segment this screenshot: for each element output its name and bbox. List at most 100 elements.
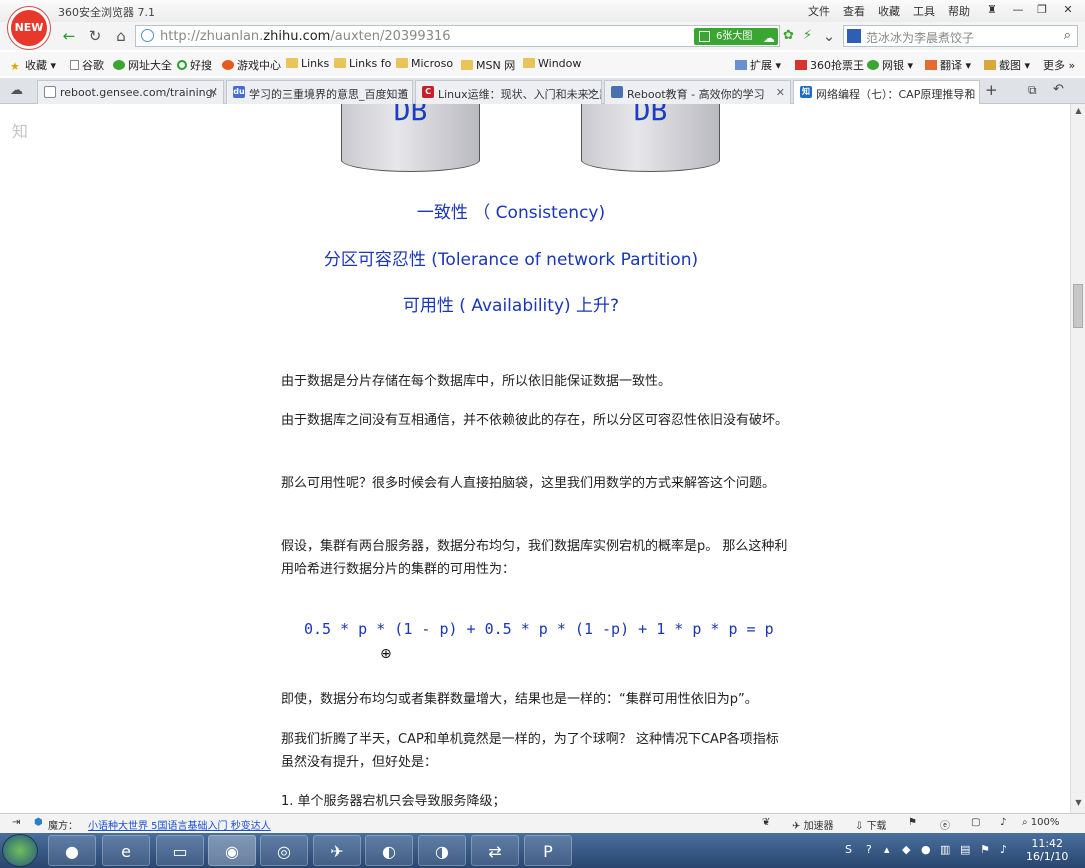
volume-icon[interactable]: ♪: [1000, 817, 1006, 828]
tray-flag-icon[interactable]: ⚑: [980, 843, 990, 856]
undo-close-icon[interactable]: ↶: [1053, 82, 1064, 97]
bookmark-hao360[interactable]: 网址大全: [113, 57, 172, 73]
taskbar-bird-icon[interactable]: ✈: [313, 835, 361, 866]
bookmark-msn[interactable]: MSN 网: [461, 57, 515, 73]
close-tab-icon[interactable]: ✕: [398, 86, 407, 99]
taskbar-360-icon[interactable]: ●: [48, 835, 96, 866]
menu-favorites[interactable]: 收藏: [878, 3, 900, 19]
download-button[interactable]: ⇩ 下载: [855, 817, 887, 832]
taskbar-ppt-icon[interactable]: P: [524, 835, 572, 866]
title-bar: 360安全浏览器 7.1 文件 查看 收藏 工具 帮助 ♜ — ❐ ✕: [0, 0, 1085, 22]
scroll-thumb[interactable]: [1073, 284, 1083, 328]
cloud-sync-icon[interactable]: ☁: [10, 83, 23, 98]
bookmark-favorites[interactable]: ★ 收藏 ▾: [10, 57, 56, 73]
magic-link[interactable]: 小语种大世界 5国语言基础入门 秒变达人: [88, 817, 271, 832]
windows-taskbar: ● e ▭ ◉ ◎ ✈ ◐ ◑ ⇄ P S ? ▴ ◆ ● ▥ ▤ ⚑ ♪ 11…: [0, 833, 1085, 868]
sogou-input-icon[interactable]: S: [845, 843, 852, 856]
restore-tab-icon[interactable]: ⧉: [1028, 83, 1037, 98]
search-icon[interactable]: ⌕: [1064, 28, 1071, 43]
magic-label: 魔方：: [48, 821, 78, 832]
maximize-button[interactable]: ❐: [1032, 2, 1052, 18]
tray-usb-icon[interactable]: ▤: [960, 843, 970, 856]
tab-baidu-zhidao[interactable]: du 学习的三重境界的意思_百度知道 ✕: [226, 80, 413, 104]
availability-formula: 0.5 * p * (1 - p) + 0.5 * p * (1 -p) + 1…: [304, 620, 774, 638]
tray-volume-icon[interactable]: ♪: [1000, 843, 1007, 856]
close-tab-icon[interactable]: ✕: [965, 86, 974, 99]
bookmarks-bar: ★ 收藏 ▾ 谷歌 网址大全 好搜 游戏中心 Links Links fo Mic…: [0, 52, 1085, 76]
bookmark-links-for[interactable]: Links fo: [334, 57, 391, 70]
help-tray-icon[interactable]: ?: [866, 843, 872, 856]
taskbar-explorer-icon[interactable]: ▭: [156, 835, 204, 866]
csdn-icon: C: [422, 86, 434, 98]
bookmark-microsoft[interactable]: Microso: [396, 57, 453, 70]
zoom-cursor-icon: ⊕: [380, 646, 392, 662]
screenshot-button[interactable]: 截图 ▾: [984, 57, 1030, 73]
back-icon[interactable]: ←: [60, 27, 78, 45]
big-image-button[interactable]: 6张大图 ☁: [694, 28, 778, 45]
accelerator-button[interactable]: ✈ 加速器: [792, 817, 834, 832]
new-tab-button[interactable]: +: [985, 81, 998, 99]
taskbar-app-icon[interactable]: ◑: [418, 835, 466, 866]
tab-cap-article[interactable]: 知 网络编程（七）：CAP原理推导和 ✕: [793, 80, 980, 105]
menu-help[interactable]: 帮助: [948, 3, 970, 19]
vertical-scrollbar[interactable]: ▲ ▼: [1070, 104, 1085, 813]
minimize-button[interactable]: —: [1008, 2, 1028, 18]
taskbar-chrome-icon[interactable]: ◎: [260, 835, 308, 866]
translate-button[interactable]: 翻译 ▾: [925, 57, 971, 73]
tab-reboot-edu[interactable]: Reboot教育 - 高效你的学习 ✕: [604, 80, 791, 104]
tray-network-icon[interactable]: ▥: [940, 843, 950, 856]
skin-icon[interactable]: ♜: [982, 2, 1002, 18]
ticket-button[interactable]: 360抢票王: [795, 57, 864, 73]
tray-expand-icon[interactable]: ▴: [884, 843, 890, 856]
scroll-up-icon[interactable]: ▲: [1071, 106, 1085, 120]
menu-file[interactable]: 文件: [808, 3, 830, 19]
taskbar-remote-icon[interactable]: ⇄: [471, 835, 519, 866]
image-icon: [699, 31, 710, 42]
close-tab-icon[interactable]: ✕: [209, 86, 218, 99]
ie-mode-icon[interactable]: ⓔ: [940, 817, 950, 832]
page-icon: [44, 86, 56, 98]
bookmark-games[interactable]: 游戏中心: [222, 57, 281, 73]
close-tab-icon[interactable]: ✕: [776, 86, 785, 99]
more-button[interactable]: 更多 »: [1043, 57, 1075, 73]
tray-360-icon[interactable]: ●: [921, 843, 931, 856]
netbank-button[interactable]: 网银 ▾: [867, 57, 913, 73]
menu-view[interactable]: 查看: [843, 3, 865, 19]
taskbar-qq-icon[interactable]: ◐: [365, 835, 413, 866]
close-window-button[interactable]: ✕: [1058, 2, 1078, 18]
taskbar-360browser-icon[interactable]: ◉: [208, 835, 256, 866]
baidu-icon: [847, 29, 861, 43]
search-box[interactable]: 范冰冰为李晨煮饺子 ⌕: [843, 25, 1078, 47]
menu-tools[interactable]: 工具: [913, 3, 935, 19]
window-icon[interactable]: ▢: [971, 817, 980, 828]
home-icon[interactable]: ⌂: [112, 27, 130, 45]
tab-reboot-gensee[interactable]: reboot.gensee.com/training/✕: [37, 80, 224, 104]
chevron-down-icon[interactable]: ⌄: [820, 27, 838, 45]
close-tab-icon[interactable]: ✕: [587, 86, 596, 99]
start-button[interactable]: [2, 834, 38, 867]
refresh-icon[interactable]: ↻: [86, 27, 104, 45]
leaf-icon[interactable]: ❦: [762, 817, 770, 828]
tray-app-icon[interactable]: ◆: [902, 843, 910, 856]
address-bar[interactable]: http://zhuanlan.zhihu.com/auxten/2039931…: [135, 25, 812, 47]
search-input[interactable]: 范冰冰为李晨煮饺子: [866, 29, 974, 46]
extensions-button[interactable]: 扩展 ▾: [735, 57, 781, 73]
bookmark-links[interactable]: Links: [286, 57, 329, 70]
speed-icon[interactable]: ✿: [783, 28, 794, 43]
bookmark-haosou[interactable]: 好搜: [177, 57, 212, 73]
browser-logo[interactable]: NEW: [8, 7, 50, 49]
bookmark-windows[interactable]: Window: [523, 57, 581, 70]
sidebar-toggle-icon[interactable]: ⇥: [12, 817, 20, 828]
tab-linux-ops[interactable]: C Linux运维：现状、入门和未来之路 ✕: [415, 80, 602, 104]
zoom-level[interactable]: ⌕ 100%: [1022, 817, 1059, 828]
tab-bar: ☁ reboot.gensee.com/training/✕ du 学习的三重境…: [0, 78, 1085, 105]
zhihu-logo[interactable]: 知: [12, 118, 28, 142]
scroll-down-icon[interactable]: ▼: [1071, 798, 1085, 812]
paragraph-assumption: 假设，集群有两台服务器，数据分布均匀，我们数据库实例宕机的概率是p。 那么这种利…: [281, 539, 788, 577]
url-text[interactable]: http://zhuanlan.zhihu.com/auxten/2039931…: [160, 29, 451, 44]
flag-icon[interactable]: ⚑: [908, 817, 917, 828]
taskbar-ie-icon[interactable]: e: [102, 835, 150, 866]
system-clock[interactable]: 11:42 16/1/10: [1026, 837, 1068, 863]
lightning-icon[interactable]: ⚡: [803, 28, 812, 43]
bookmark-google[interactable]: 谷歌: [70, 57, 104, 73]
